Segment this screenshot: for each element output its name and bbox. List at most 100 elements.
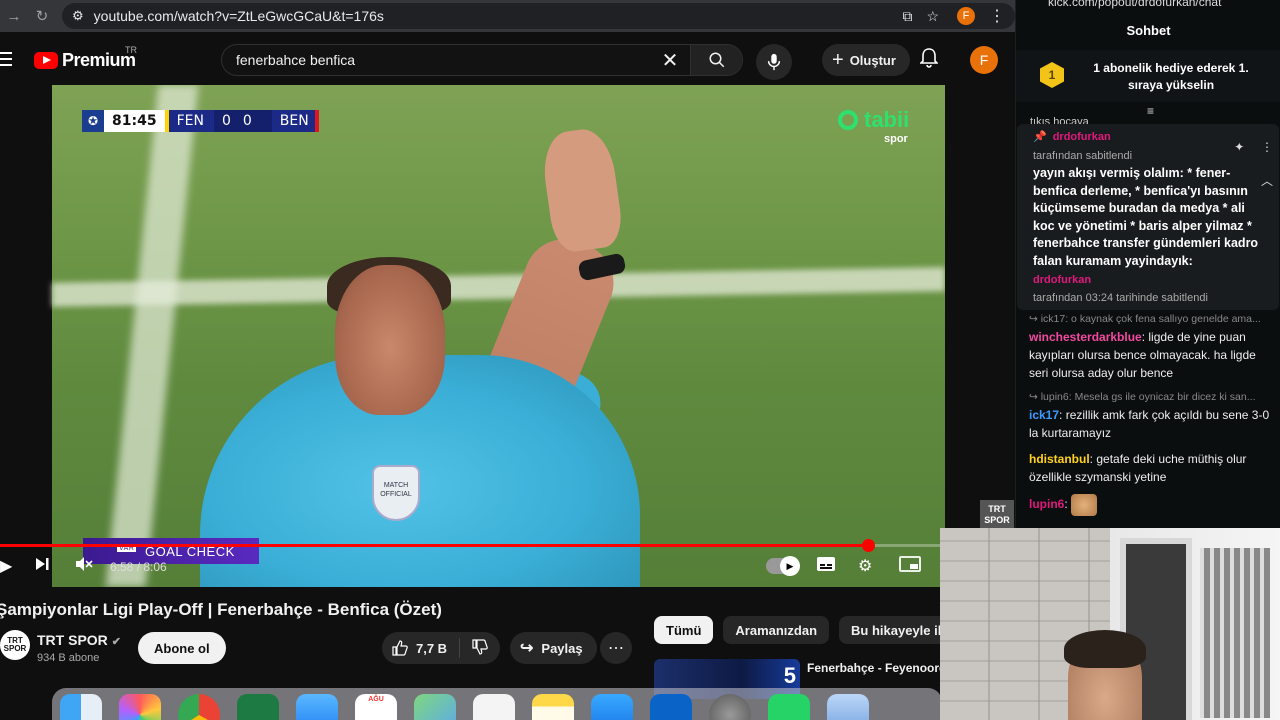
chrome-icon[interactable] <box>178 694 220 720</box>
search-input[interactable]: fenerbahce benfica <box>222 52 650 68</box>
finder-icon[interactable] <box>60 694 102 720</box>
chat-filter-icon[interactable]: ≡ <box>1147 104 1154 118</box>
dislike-button[interactable] <box>460 638 500 658</box>
calendar-icon[interactable]: AĞU <box>355 694 397 720</box>
browser-profile-avatar[interactable]: F <box>957 7 975 25</box>
chat-username[interactable]: hdistanbul <box>1029 452 1090 466</box>
reply-context[interactable]: ↪ lupin6: Mesela gs ile oynicaz bir dice… <box>1029 390 1277 404</box>
next-icon[interactable] <box>34 556 50 577</box>
emote-icon <box>1071 494 1098 516</box>
reply-context[interactable]: ↪ ick17: o kaynak çok fena sallıyo genel… <box>1029 312 1277 326</box>
player-controls: ▶ 6:58 / 8:06 ⚙ <box>0 552 945 582</box>
chat-messages: ↪ ick17: o kaynak çok fena sallıyo genel… <box>1029 312 1277 550</box>
subtitles-icon[interactable] <box>816 556 836 577</box>
launchpad-icon[interactable] <box>119 694 161 720</box>
bookmark-star-icon[interactable]: ☆ <box>926 8 939 25</box>
subscriber-count: 934 B abone <box>37 652 100 664</box>
chat-username[interactable]: ick17 <box>1029 408 1059 422</box>
gift-leaderboard-banner[interactable]: 1 1 abonelik hediye ederek 1. sıraya yük… <box>1016 50 1280 102</box>
like-button[interactable]: 7,7 B <box>382 638 461 658</box>
recommended-video-title[interactable]: Fenerbahçe - Feyenoord Maç Özeti | UEFA … <box>807 660 942 676</box>
outlook-icon[interactable] <box>650 694 692 720</box>
miniplayer-icon[interactable] <box>899 556 921 577</box>
streamer-hair <box>1064 630 1146 668</box>
mail-icon[interactable] <box>296 694 338 720</box>
pinned-actions: ✦ ⋮ <box>1234 140 1273 154</box>
notes-icon[interactable] <box>532 694 574 720</box>
chat-username[interactable]: winchesterdarkblue <box>1029 330 1142 344</box>
rank-badge-icon: 1 <box>1040 62 1064 88</box>
forward-icon[interactable]: → <box>0 2 28 30</box>
search-icon <box>709 52 724 68</box>
clear-search-icon[interactable]: ✕ <box>650 48 690 73</box>
webcam-overlay <box>940 528 1280 720</box>
share-button[interactable]: ↪ Paylaş <box>510 632 597 664</box>
reminders-icon[interactable] <box>473 694 515 720</box>
menu-icon[interactable] <box>0 52 12 66</box>
reload-icon[interactable]: ↻ <box>28 2 56 30</box>
browser-toolbar: → ↻ ⚙ youtube.com/watch?v=ZtLeGwcGCaU&t=… <box>0 0 1015 32</box>
system-settings-icon[interactable] <box>709 694 751 720</box>
pinned-more-icon[interactable]: ⋮ <box>1261 140 1273 154</box>
video-player[interactable]: MATCH OFFICIAL ✪ 81:45 FEN 00 BEN tabii … <box>0 85 945 587</box>
subscribe-button[interactable]: Abone ol <box>138 632 226 664</box>
notifications-bell-icon[interactable] <box>919 48 939 73</box>
more-actions-icon[interactable]: ⋯ <box>600 632 632 664</box>
chat-username[interactable]: lupin6 <box>1029 497 1064 511</box>
broadcaster-name: tabii <box>864 107 910 132</box>
microphone-icon <box>767 53 781 71</box>
youtube-header: Premium TR fenerbahce benfica ✕ + Oluştu… <box>0 32 1015 88</box>
pinned-user-2[interactable]: drdofurkan <box>1033 274 1091 286</box>
address-bar[interactable]: ⚙ youtube.com/watch?v=ZtLeGwcGCaU&t=176s… <box>62 3 1015 29</box>
voice-search-button[interactable] <box>756 44 792 80</box>
team-away: BEN <box>271 110 319 132</box>
referee-head <box>335 265 445 415</box>
search-button[interactable] <box>690 45 742 75</box>
chip-all[interactable]: Tümü <box>654 616 714 644</box>
settings-gear-icon[interactable]: ⚙ <box>858 556 872 576</box>
chat-message: hdistanbul: getafe deki uche müthiş olur… <box>1029 450 1277 486</box>
site-info-icon[interactable]: ⚙ <box>72 8 84 24</box>
video-progress-bar[interactable] <box>0 539 945 552</box>
unpin-icon[interactable]: ✦ <box>1234 140 1244 154</box>
chat-text: rezillik amk fark çok açıldı bu sene 3-0… <box>1029 408 1270 440</box>
collapse-pinned-icon[interactable]: ︿ <box>1261 172 1273 189</box>
like-dislike-group: 7,7 B <box>382 632 501 664</box>
pinned-text: yayın akışı vermiş olalım: * fener-benfi… <box>1033 166 1259 268</box>
share-arrow-icon: ↪ <box>520 640 534 657</box>
region-code: TR <box>125 45 137 55</box>
url-text[interactable]: youtube.com/watch?v=ZtLeGwcGCaU&t=176s <box>94 8 384 24</box>
whatsapp-icon[interactable] <box>768 694 810 720</box>
chat-title: Sohbet <box>1126 23 1171 38</box>
verified-icon: ✔ <box>111 636 121 648</box>
browser-menu-icon[interactable]: ⋮ <box>989 6 1005 26</box>
excel-icon[interactable] <box>237 694 279 720</box>
pinned-message: 📌 drdofurkan tarafından sabitlendi yayın … <box>1017 124 1279 310</box>
autoplay-toggle[interactable] <box>766 556 800 576</box>
channel-name-row[interactable]: TRT SPOR ✔ <box>37 632 121 648</box>
pinned-user[interactable]: drdofurkan <box>1053 131 1111 143</box>
channel-watermark: TRT SPOR <box>980 500 1014 530</box>
mute-icon[interactable] <box>75 556 93 577</box>
pitch-line <box>105 85 199 587</box>
create-button[interactable]: + Oluştur <box>822 44 910 76</box>
pin-icon: 📌 <box>1033 131 1047 143</box>
preview-icon[interactable] <box>827 694 869 720</box>
thumbs-down-icon <box>472 638 488 655</box>
chat-url: kick.com/popout/drdofurkan/chat <box>1048 0 1222 9</box>
play-icon[interactable]: ▶ <box>0 556 12 576</box>
appstore-icon[interactable] <box>591 694 633 720</box>
separator: : <box>1064 497 1072 512</box>
chat-message: lupin6: <box>1029 494 1277 516</box>
broadcaster-icon <box>838 110 858 130</box>
search-box[interactable]: fenerbahce benfica ✕ <box>221 44 743 76</box>
plus-icon: + <box>832 48 844 71</box>
account-avatar[interactable]: F <box>970 46 998 74</box>
maps-icon[interactable] <box>414 694 456 720</box>
channel-avatar[interactable]: TRT SPOR <box>0 630 30 660</box>
channel-name[interactable]: TRT SPOR <box>37 632 108 648</box>
cast-icon[interactable]: ⧉ <box>902 8 912 25</box>
chat-message: ↪ lupin6: Mesela gs ile oynicaz bir dice… <box>1029 390 1277 442</box>
youtube-logo[interactable]: Premium TR <box>34 45 137 71</box>
chip-from-search[interactable]: Aramanızdan <box>723 616 830 644</box>
